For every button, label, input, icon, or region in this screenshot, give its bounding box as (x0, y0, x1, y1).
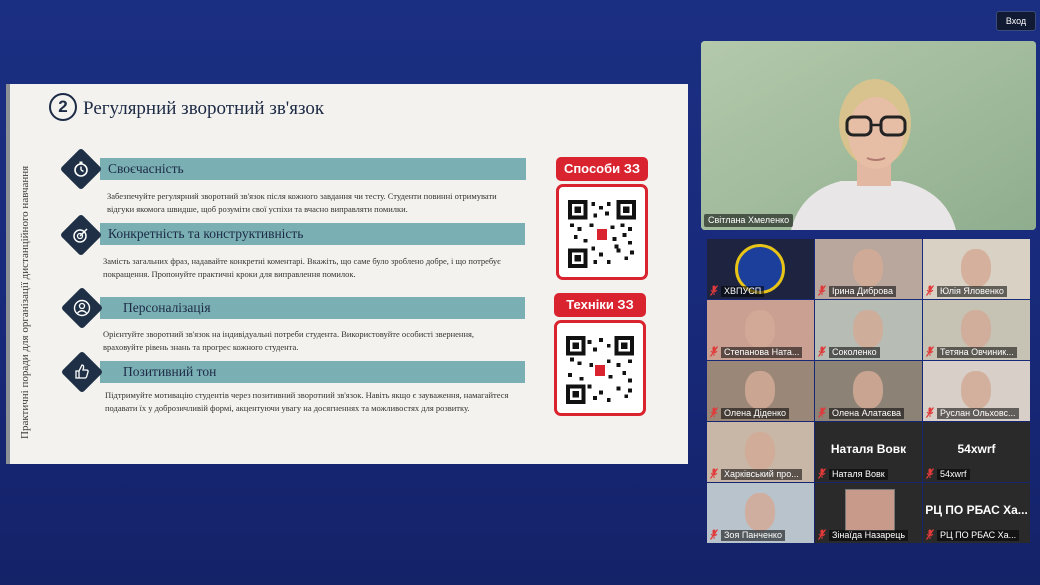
target-icon (59, 213, 103, 257)
participant-video (853, 249, 883, 287)
participant-display-name: Наталя Вовк (830, 442, 907, 456)
tip-text-personalization: Орієнтуйте зворотний зв'язок на індивіду… (103, 329, 475, 352)
participant-tile[interactable]: Наталя Вовк Наталя Вовк (815, 422, 922, 482)
muted-mic-icon (818, 285, 826, 296)
participant-tile[interactable]: Харківський про... (707, 422, 814, 482)
participant-tile[interactable]: Тетяна Овчиник... (923, 300, 1030, 360)
tip-title-personalization: Персоналізація (100, 297, 525, 319)
participant-tile[interactable]: ХВПУСП (707, 239, 814, 299)
enter-button[interactable]: Вход (996, 11, 1036, 31)
participant-video (745, 493, 775, 531)
participant-tile[interactable]: Олена Алатаєва (815, 361, 922, 421)
participant-video (745, 432, 775, 470)
muted-mic-icon (926, 529, 934, 540)
qr-label-methods: Способи ЗЗ (556, 157, 648, 181)
muted-mic-icon (926, 468, 934, 479)
muted-mic-icon (710, 346, 718, 357)
participant-video (853, 371, 883, 409)
stopwatch-icon (59, 147, 103, 191)
participant-name: Юлія Яловенко (937, 286, 1007, 297)
participant-tile[interactable]: Олена Діденко (707, 361, 814, 421)
participant-name: Соколенко (829, 347, 880, 358)
slide-title: Регулярний зворотний зв'язок (83, 98, 325, 119)
speaker-video[interactable]: Світлана Хмеленко (701, 41, 1036, 230)
qr-code (568, 200, 636, 268)
muted-mic-icon (710, 407, 718, 418)
participant-video (745, 310, 775, 348)
participant-tile[interactable]: Зоя Панченко (707, 483, 814, 543)
tip-text-specificity: Замість загальних фраз, надавайте конкре… (103, 256, 501, 279)
qr-label-techniques: Техніки ЗЗ (554, 293, 646, 317)
participant-name: Руслан Ольховс... (937, 408, 1019, 419)
participant-name: Олена Алатаєва (829, 408, 904, 419)
participant-tile[interactable]: Зінаїда Назарець (815, 483, 922, 543)
participant-video (961, 249, 991, 287)
qr-card-techniques (554, 320, 646, 416)
tip-text-timeliness: Забезпечуйте регулярний зворотний зв'язо… (107, 191, 497, 214)
muted-mic-icon (710, 529, 718, 540)
qr-card-methods (556, 184, 648, 280)
participant-name: Зоя Панченко (721, 530, 785, 541)
participant-name: Зінаїда Назарець (829, 530, 909, 541)
participant-name: Олена Діденко (721, 408, 789, 419)
muted-mic-icon (818, 468, 826, 479)
tip-title-specificity: Конкретність та конструктивність (100, 223, 525, 245)
muted-mic-icon (926, 346, 934, 357)
tip-text-positive-tone: Підтримуйте мотивацію студентів через по… (105, 390, 509, 413)
participant-tile[interactable]: Соколенко (815, 300, 922, 360)
participant-name: Степанова Ната... (721, 347, 803, 358)
participant-display-name: РЦ ПО РБАС Ха... (925, 503, 1028, 517)
tip-title-positive-tone: Позитивний тон (100, 361, 525, 383)
thumbs-up-icon (60, 350, 104, 394)
participant-tile[interactable]: Степанова Ната... (707, 300, 814, 360)
speaker-image (701, 41, 1036, 230)
participant-tile[interactable]: 54xwrf 54xwrf (923, 422, 1030, 482)
participant-name: Тетяна Овчиник... (937, 347, 1017, 358)
participant-name: Харківський про... (721, 469, 802, 480)
participant-name: Ірина Диброва (829, 286, 896, 297)
participant-tile[interactable]: Ірина Диброва (815, 239, 922, 299)
speaker-name: Світлана Хмеленко (704, 214, 794, 227)
qr-code (566, 336, 634, 404)
participant-video (961, 371, 991, 409)
participant-name: РЦ ПО РБАС Ха... (937, 530, 1020, 541)
participant-name: ХВПУСП (721, 286, 765, 297)
participant-video (961, 310, 991, 348)
muted-mic-icon (818, 529, 826, 540)
participant-video (853, 310, 883, 348)
muted-mic-icon (710, 285, 718, 296)
muted-mic-icon (818, 407, 826, 418)
participant-tile[interactable]: Руслан Ольховс... (923, 361, 1030, 421)
shared-slide: Практичні поради для організації дистанц… (6, 84, 688, 464)
slide-left-bar (6, 84, 10, 464)
slide-vertical-caption: Практичні поради для організації дистанц… (19, 165, 31, 439)
muted-mic-icon (818, 346, 826, 357)
user-circle-icon (60, 286, 104, 330)
participant-name: 54xwrf (937, 469, 970, 480)
participant-video (745, 371, 775, 409)
participant-display-name: 54xwrf (957, 442, 996, 456)
participant-tile[interactable]: Юлія Яловенко (923, 239, 1030, 299)
muted-mic-icon (926, 285, 934, 296)
participant-photo (845, 489, 895, 531)
participant-name: Наталя Вовк (829, 469, 888, 480)
slide-number: 2 (49, 93, 77, 121)
participant-tile[interactable]: РЦ ПО РБАС Ха... РЦ ПО РБАС Ха... (923, 483, 1030, 543)
muted-mic-icon (926, 407, 934, 418)
tip-title-timeliness: Своєчасність (100, 158, 526, 180)
muted-mic-icon (710, 468, 718, 479)
